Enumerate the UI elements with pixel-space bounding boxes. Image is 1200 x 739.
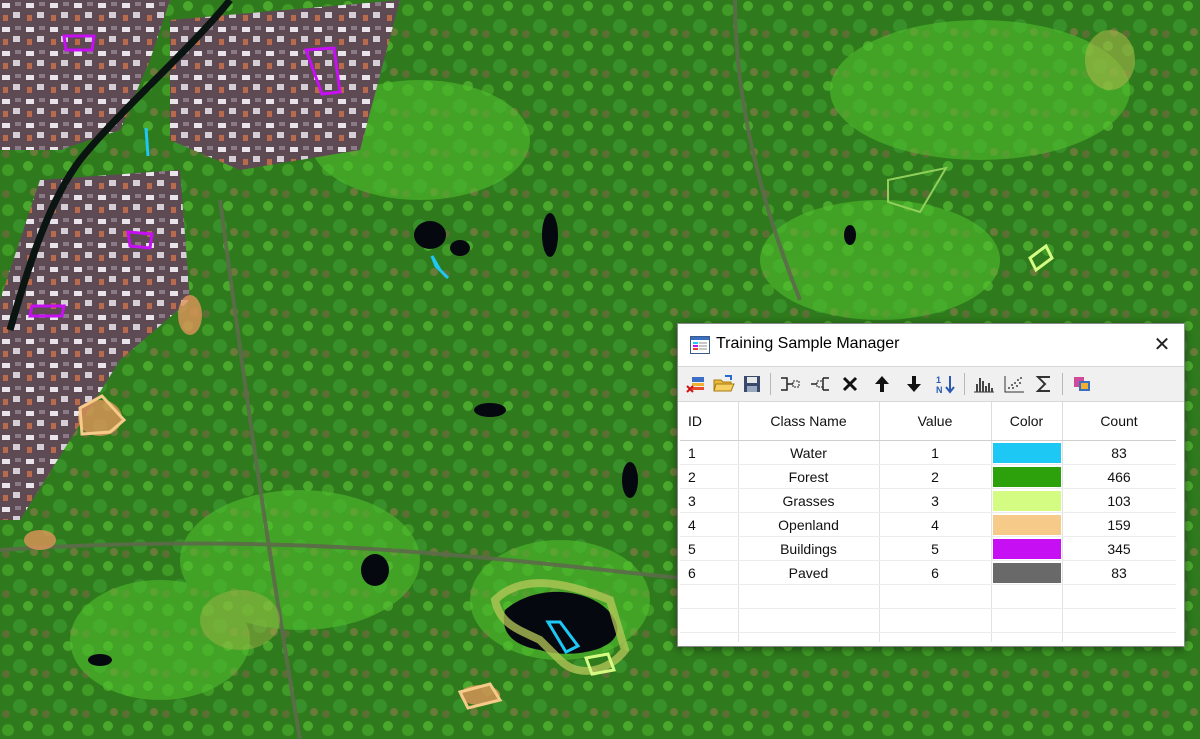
cell-color[interactable]: [991, 488, 1063, 513]
empty-cell: [738, 584, 880, 609]
column-header-class-name[interactable]: Class Name: [738, 402, 880, 441]
column-header-value[interactable]: Value: [879, 402, 992, 441]
cell-value[interactable]: 4: [879, 512, 992, 537]
cell-color[interactable]: [991, 512, 1063, 537]
cell-id[interactable]: 3: [680, 488, 739, 513]
toolbar-separator: [1062, 373, 1063, 395]
cell-value[interactable]: 3: [879, 488, 992, 513]
cell-id[interactable]: 5: [680, 536, 739, 561]
cell-color[interactable]: [991, 560, 1063, 585]
empty-cell: [1062, 584, 1176, 609]
cell-value[interactable]: 1: [879, 440, 992, 465]
merge-icon[interactable]: [778, 372, 802, 396]
open-folder-icon[interactable]: [712, 372, 736, 396]
table-row[interactable]: 3 Grasses 3 103: [680, 488, 1176, 513]
cell-id[interactable]: 1: [680, 440, 739, 465]
table-header-row: ID Class Name Value Color Count: [680, 402, 1176, 441]
save-icon[interactable]: [740, 372, 764, 396]
cell-class-name[interactable]: Openland: [738, 512, 880, 537]
empty-cell: [991, 608, 1063, 633]
layer-icon[interactable]: [1070, 372, 1094, 396]
empty-cell: [1062, 608, 1176, 633]
training-samples-table: ID Class Name Value Color Count 1 Water 1 8…: [680, 402, 1176, 642]
split-icon[interactable]: [808, 372, 832, 396]
cell-count[interactable]: 103: [1062, 488, 1176, 513]
empty-cell: [680, 608, 739, 633]
cell-color[interactable]: [991, 464, 1063, 489]
move-down-icon[interactable]: [902, 372, 926, 396]
cell-value[interactable]: 6: [879, 560, 992, 585]
table-row[interactable]: 5 Buildings 5 345: [680, 536, 1176, 561]
empty-cell: [680, 632, 739, 642]
histogram-icon[interactable]: [972, 372, 996, 396]
empty-cell: [680, 584, 739, 609]
close-button[interactable]: ✕: [1146, 330, 1178, 360]
scatterplot-icon[interactable]: [1002, 372, 1026, 396]
svg-text:1: 1: [936, 375, 941, 385]
delete-icon[interactable]: [838, 372, 862, 396]
table-row[interactable]: 4 Openland 4 159: [680, 512, 1176, 537]
dialog-titlebar[interactable]: Training Sample Manager ✕: [678, 324, 1184, 366]
cell-class-name[interactable]: Water: [738, 440, 880, 465]
toolbar: 1N: [678, 366, 1184, 402]
empty-cell: [991, 584, 1063, 609]
empty-cell: [1062, 632, 1176, 642]
empty-cell: [738, 608, 880, 633]
toolbar-separator: [770, 373, 771, 395]
cell-id[interactable]: 6: [680, 560, 739, 585]
move-up-icon[interactable]: [870, 372, 894, 396]
training-sample-manager-icon: [690, 336, 710, 354]
empty-table-row: [680, 584, 1176, 609]
column-header-count[interactable]: Count: [1062, 402, 1176, 441]
cell-class-name[interactable]: Grasses: [738, 488, 880, 513]
statistics-icon[interactable]: [1032, 372, 1056, 396]
color-swatch[interactable]: [992, 466, 1061, 487]
toolbar-separator: [964, 373, 965, 395]
table-row[interactable]: 2 Forest 2 466: [680, 464, 1176, 489]
table-row[interactable]: 6 Paved 6 83: [680, 560, 1176, 585]
empty-cell: [879, 584, 992, 609]
color-swatch[interactable]: [992, 490, 1061, 511]
empty-cell: [879, 632, 992, 642]
column-header-color[interactable]: Color: [991, 402, 1063, 441]
empty-cell: [738, 632, 880, 642]
cell-value[interactable]: 2: [879, 464, 992, 489]
cell-class-name[interactable]: Forest: [738, 464, 880, 489]
cell-color[interactable]: [991, 536, 1063, 561]
dialog-title: Training Sample Manager: [716, 335, 900, 352]
cell-count[interactable]: 83: [1062, 440, 1176, 465]
cell-count[interactable]: 345: [1062, 536, 1176, 561]
color-swatch[interactable]: [992, 442, 1061, 463]
cell-count[interactable]: 466: [1062, 464, 1176, 489]
training-sample-manager-dialog: Training Sample Manager ✕ 1N ID Class Na…: [677, 323, 1185, 647]
cell-color[interactable]: [991, 440, 1063, 465]
cell-count[interactable]: 159: [1062, 512, 1176, 537]
cell-id[interactable]: 2: [680, 464, 739, 489]
empty-table-row: [680, 632, 1176, 642]
sort-icon[interactable]: 1N: [934, 372, 958, 396]
empty-table-row: [680, 608, 1176, 633]
empty-cell: [879, 608, 992, 633]
color-swatch[interactable]: [992, 538, 1061, 559]
delete-all-icon[interactable]: [684, 372, 708, 396]
table-row[interactable]: 1 Water 1 83: [680, 440, 1176, 465]
svg-text:N: N: [936, 385, 943, 394]
column-header-id[interactable]: ID: [680, 402, 739, 441]
color-swatch[interactable]: [992, 562, 1061, 583]
cell-id[interactable]: 4: [680, 512, 739, 537]
color-swatch[interactable]: [992, 514, 1061, 535]
cell-class-name[interactable]: Paved: [738, 560, 880, 585]
cell-value[interactable]: 5: [879, 536, 992, 561]
cell-class-name[interactable]: Buildings: [738, 536, 880, 561]
empty-cell: [991, 632, 1063, 642]
cell-count[interactable]: 83: [1062, 560, 1176, 585]
